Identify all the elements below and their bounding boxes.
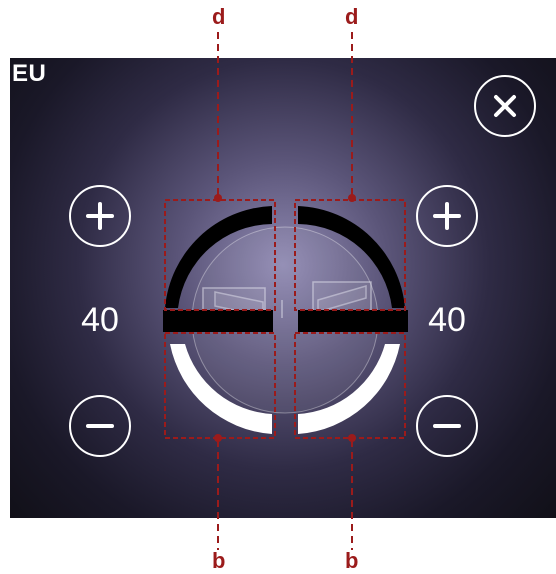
callout-d-left: d — [212, 4, 226, 29]
callout-b-left: b — [212, 548, 226, 573]
callout-b-right: b — [345, 548, 359, 573]
callout-d-right: d — [345, 4, 359, 29]
diagram-overlay — [163, 32, 408, 550]
left-middle-track — [163, 310, 273, 332]
right-middle-track — [298, 310, 408, 332]
